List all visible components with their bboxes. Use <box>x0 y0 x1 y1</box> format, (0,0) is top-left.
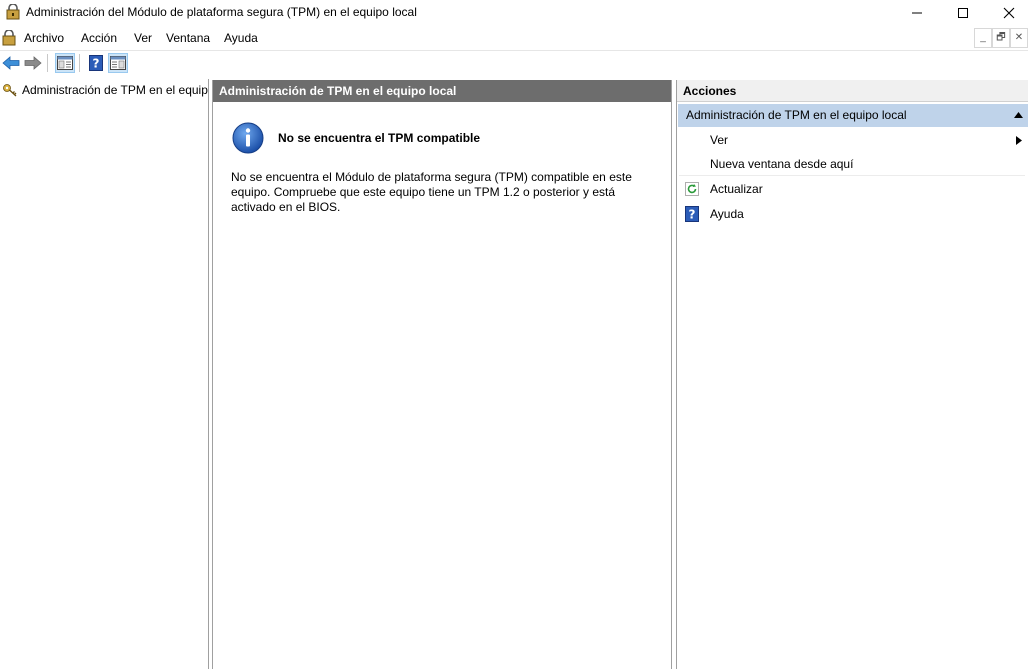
toolbar-separator <box>79 54 80 72</box>
action-label: Nueva ventana desde aquí <box>710 157 854 171</box>
action-nueva-ventana[interactable]: Nueva ventana desde aquí <box>679 152 1025 176</box>
info-title: No se encuentra el TPM compatible <box>278 131 481 145</box>
tree-item-label: Administración de TPM en el equipo local <box>22 83 208 97</box>
mdi-minimize-button[interactable]: _ <box>974 28 992 48</box>
menu-accion[interactable]: Acción <box>81 31 117 45</box>
mdi-window-controls: _ 🗗 ✕ <box>974 28 1028 48</box>
action-label: Ver <box>710 133 729 147</box>
svg-text:?: ? <box>689 208 696 222</box>
actions-header: Acciones <box>677 80 1028 102</box>
actions-group-label: Administración de TPM en el equipo local <box>686 108 907 122</box>
show-hide-console-tree-button[interactable] <box>55 53 75 73</box>
action-label: Ayuda <box>710 207 744 221</box>
mdi-restore-button[interactable]: 🗗 <box>992 28 1010 48</box>
toolbar: ? <box>0 50 1028 75</box>
info-icon <box>232 122 264 154</box>
result-pane: Administración de TPM en el equipo local… <box>212 80 672 669</box>
collapse-caret-icon <box>1014 112 1023 118</box>
back-arrow-icon <box>2 56 20 70</box>
forward-arrow-icon <box>24 56 42 70</box>
help-icon: ? <box>89 55 103 71</box>
minimize-button[interactable] <box>894 0 940 25</box>
help-button[interactable]: ? <box>86 53 106 73</box>
mdi-close-button[interactable]: ✕ <box>1010 28 1028 48</box>
console-tree-icon <box>57 56 73 70</box>
tpm-snapin-icon <box>6 4 20 20</box>
show-hide-action-pane-button[interactable] <box>108 53 128 73</box>
action-ayuda[interactable]: ? Ayuda <box>679 202 1025 226</box>
action-ver[interactable]: Ver <box>679 128 1025 152</box>
svg-text:?: ? <box>93 57 100 71</box>
menu-archivo[interactable]: Archivo <box>24 31 64 45</box>
menu-bar: Archivo Acción Ver Ventana Ayuda <box>0 26 1028 50</box>
minimize-icon <box>912 12 922 13</box>
action-pane-icon <box>110 56 126 70</box>
actions-group-header[interactable]: Administración de TPM en el equipo local <box>678 104 1028 127</box>
forward-button[interactable] <box>23 53 43 73</box>
menu-ventana[interactable]: Ventana <box>166 31 210 45</box>
close-button[interactable] <box>986 0 1028 25</box>
actions-pane: Acciones Administración de TPM en el equ… <box>676 80 1028 669</box>
close-icon <box>1003 7 1015 18</box>
maximize-button[interactable] <box>940 0 986 25</box>
info-message: No se encuentra el Módulo de plataforma … <box>231 170 632 214</box>
title-bar: Administración del Módulo de plataforma … <box>0 0 1028 25</box>
window-title: Administración del Módulo de plataforma … <box>26 5 417 19</box>
back-button[interactable] <box>1 53 21 73</box>
console-tree: Administración de TPM en el equipo local <box>0 79 209 669</box>
refresh-icon <box>685 182 699 196</box>
tpm-snapin-icon[interactable] <box>2 30 16 46</box>
help-icon: ? <box>685 206 699 222</box>
tree-item-tpm-root[interactable]: Administración de TPM en el equipo local <box>2 81 208 99</box>
menu-ayuda[interactable]: Ayuda <box>224 31 258 45</box>
action-actualizar[interactable]: Actualizar <box>679 177 1025 201</box>
action-label: Actualizar <box>710 182 763 196</box>
menu-ver[interactable]: Ver <box>134 31 152 45</box>
tpm-key-icon <box>3 84 17 97</box>
submenu-arrow-icon <box>1016 136 1022 145</box>
toolbar-separator <box>47 54 48 72</box>
maximize-icon <box>958 7 968 18</box>
result-pane-header: Administración de TPM en el equipo local <box>213 80 671 102</box>
